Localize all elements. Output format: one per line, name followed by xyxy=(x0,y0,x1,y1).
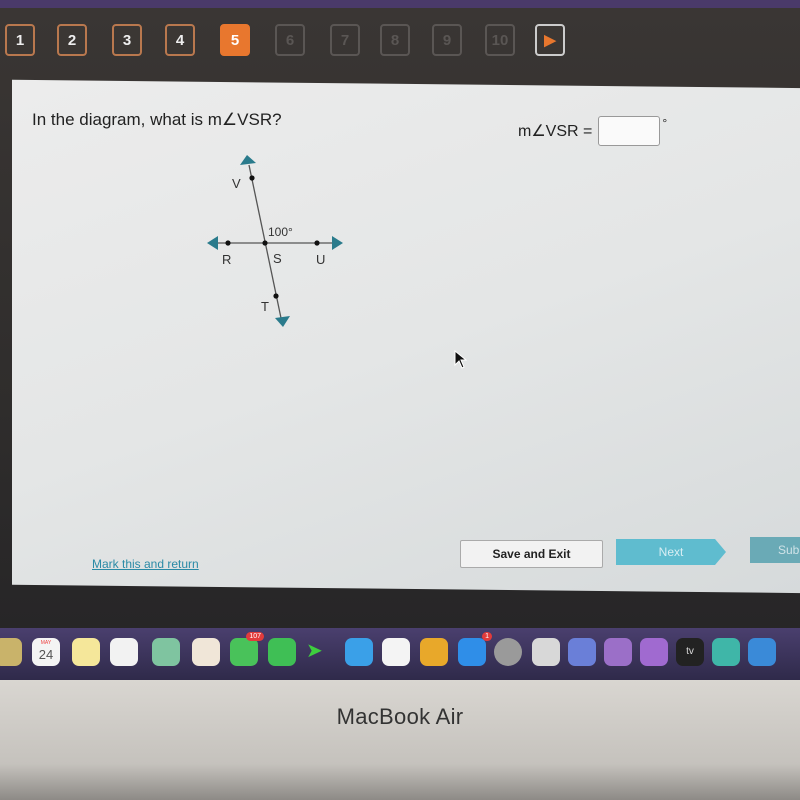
dock-app-calendar[interactable]: 24 MAY xyxy=(32,638,60,666)
label-s: S xyxy=(273,251,282,266)
submit-button[interactable]: Sub xyxy=(750,537,800,563)
dock-app-notes[interactable] xyxy=(72,638,100,666)
dock-app-appstore[interactable]: 1 xyxy=(458,632,492,666)
dock-app-finder[interactable] xyxy=(0,638,22,666)
dock-app-tv[interactable]: tv xyxy=(676,638,704,666)
dock-app-remote[interactable] xyxy=(712,638,740,666)
dock-app-calculator[interactable] xyxy=(532,638,560,666)
label-t: T xyxy=(261,299,269,314)
dock-app-news[interactable] xyxy=(382,638,410,666)
arrow-right-icon xyxy=(332,236,343,250)
point-u xyxy=(314,240,320,246)
calendar-month: MAY xyxy=(40,640,52,646)
dock-app-books[interactable] xyxy=(420,638,448,666)
dock-app-facetime[interactable] xyxy=(268,638,296,666)
appstore-badge: 1 xyxy=(482,632,492,641)
laptop-bezel xyxy=(0,680,800,800)
dock-app-safari[interactable] xyxy=(345,638,373,666)
mark-and-return-link[interactable]: Mark this and return xyxy=(92,557,199,571)
point-r xyxy=(225,240,231,246)
messages-badge: 107 xyxy=(246,632,264,641)
arrow-left-icon xyxy=(207,236,218,250)
point-v xyxy=(249,175,255,181)
geometry-diagram: V S T R U 100° xyxy=(207,155,343,327)
dock-app-onenote[interactable] xyxy=(604,638,632,666)
dock-app-arcade[interactable] xyxy=(748,638,776,666)
save-and-exit-button[interactable]: Save and Exit xyxy=(460,540,603,568)
dock-app-photos[interactable] xyxy=(192,638,220,666)
dock-app-settings[interactable] xyxy=(494,638,522,666)
dock-app-arrow[interactable]: ➤ xyxy=(306,638,334,666)
arrow-down-icon xyxy=(275,316,290,327)
label-r: R xyxy=(222,252,231,267)
mouse-cursor-icon xyxy=(454,350,468,369)
dock-app-podcasts[interactable] xyxy=(640,638,668,666)
label-v: V xyxy=(232,176,241,191)
arrow-up-icon xyxy=(240,155,256,165)
dock-app-teams[interactable] xyxy=(568,638,596,666)
point-s xyxy=(262,240,268,246)
next-button[interactable]: Next xyxy=(616,539,726,565)
dock-app-maps[interactable] xyxy=(152,638,180,666)
dock-app-messages[interactable]: 107 xyxy=(230,632,264,666)
tv-label: tv xyxy=(686,646,694,657)
label-u: U xyxy=(316,252,325,267)
point-t xyxy=(273,293,279,299)
device-brand-label: MacBook Air xyxy=(336,704,464,729)
angle-label: 100° xyxy=(268,225,293,239)
dock-app-reminders[interactable] xyxy=(110,638,138,666)
